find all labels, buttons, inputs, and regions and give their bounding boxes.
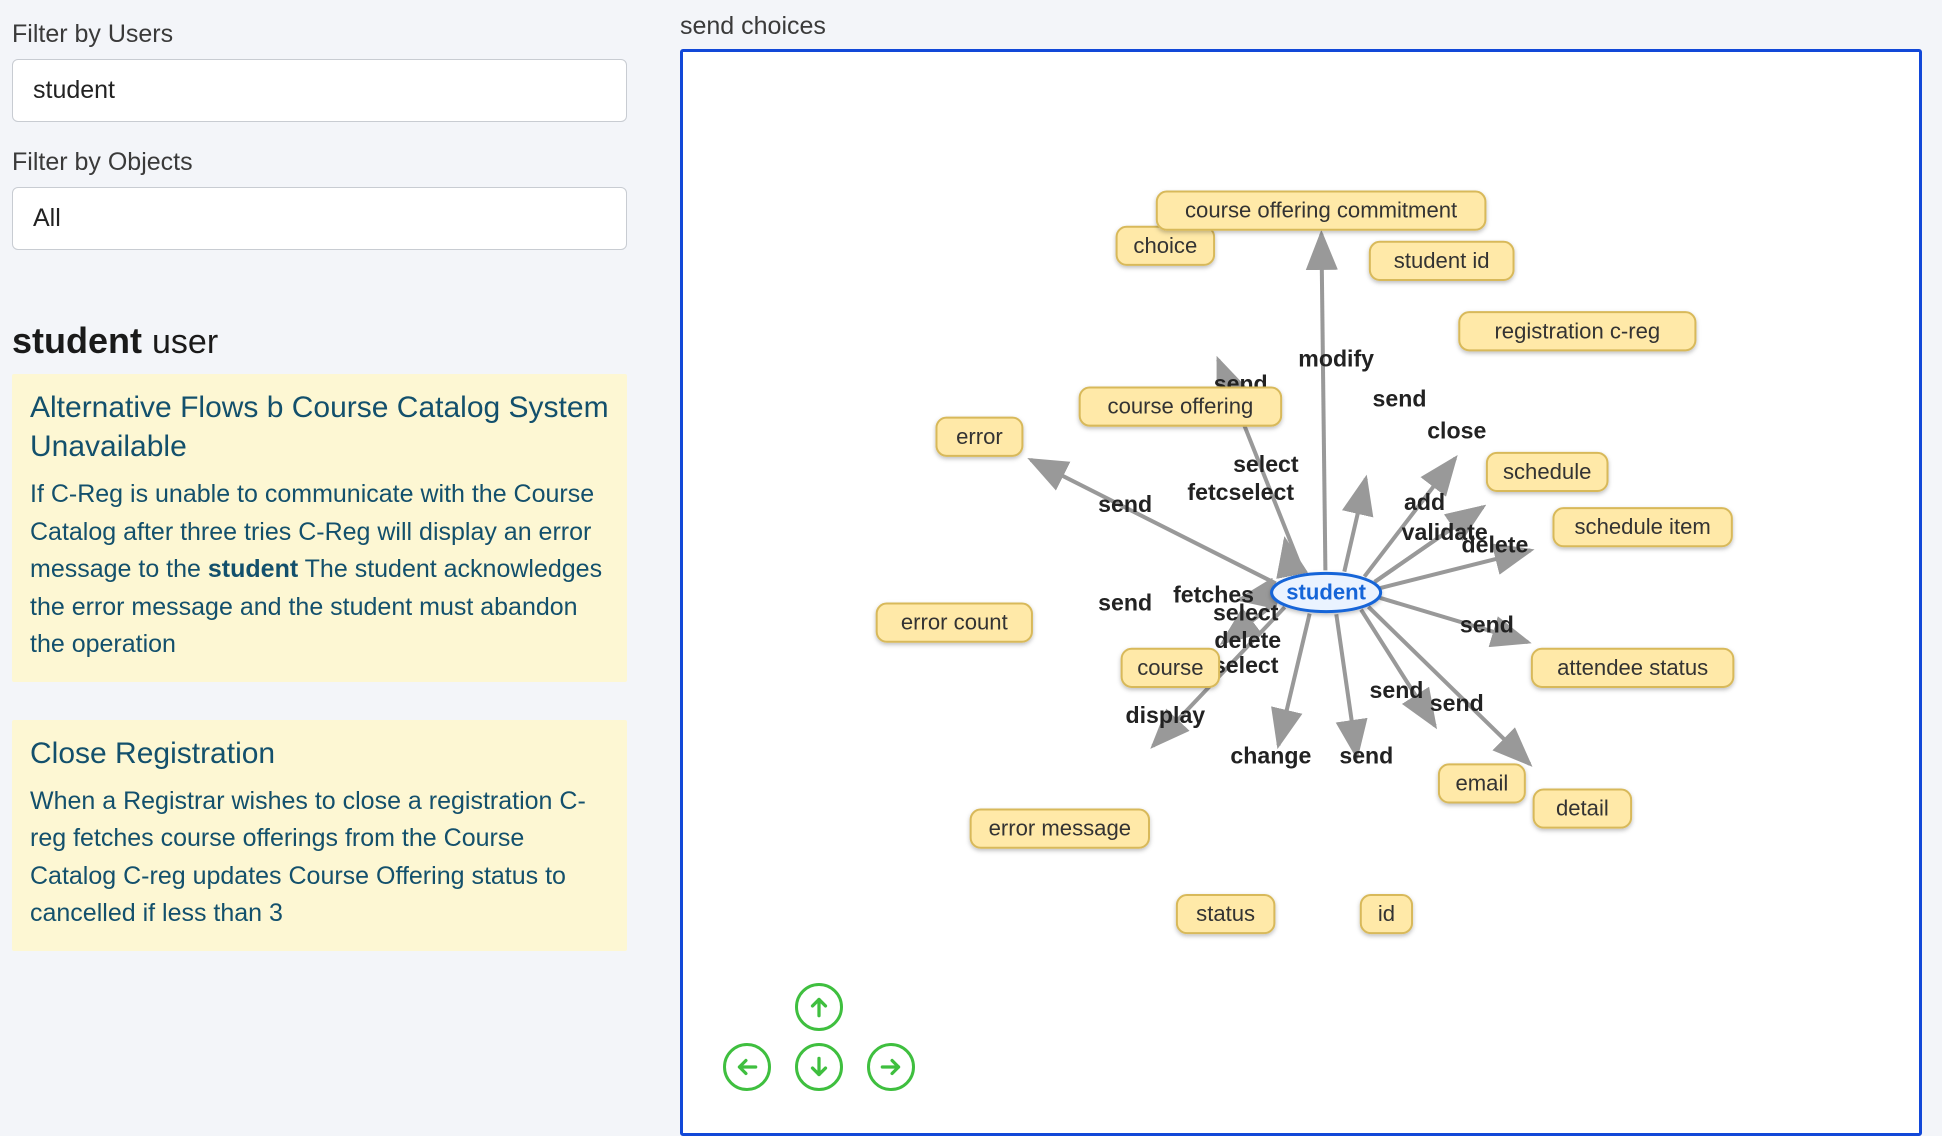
- graph-node[interactable]: attendee status: [1532, 649, 1733, 687]
- usecase-card[interactable]: Alternative Flows b Course Catalog Syste…: [12, 374, 627, 682]
- graph-node[interactable]: status: [1177, 895, 1274, 933]
- graph-edge-label: send: [1373, 386, 1427, 412]
- graph-frame[interactable]: sendmodifysendcloseselectfetcselectsenda…: [680, 49, 1922, 1136]
- graph-edge: [1361, 610, 1435, 726]
- graph-node-label: error count: [901, 610, 1008, 635]
- arrow-right-icon: [878, 1054, 904, 1080]
- graph-node[interactable]: schedule: [1487, 453, 1608, 491]
- usecase-card-body: If C-Reg is unable to communicate with t…: [30, 476, 609, 664]
- graph-edge-label: fetcselect: [1187, 479, 1294, 505]
- graph-node[interactable]: schedule item: [1553, 508, 1731, 546]
- graph-edge-label: select: [1213, 652, 1279, 678]
- filter-objects-value: All: [33, 204, 61, 232]
- graph-node[interactable]: id: [1361, 895, 1412, 933]
- graph-node[interactable]: student id: [1370, 242, 1514, 280]
- graph-edge-label: send: [1098, 491, 1152, 517]
- usecase-card-title: Alternative Flows b Course Catalog Syste…: [30, 388, 609, 466]
- graph-edge-label: modify: [1298, 345, 1374, 371]
- graph-edge-label: display: [1126, 702, 1206, 728]
- graph-edge-label: send: [1369, 677, 1423, 703]
- graph-edge: [1321, 234, 1325, 571]
- graph-node[interactable]: error message: [971, 810, 1149, 848]
- graph-node-label: student: [1286, 580, 1366, 605]
- graph-edge: [1344, 479, 1366, 572]
- nav-arrows: [723, 983, 923, 1103]
- graph-node-label: attendee status: [1557, 655, 1708, 680]
- graph-node-label: id: [1378, 901, 1395, 926]
- graph-edge-label: send: [1430, 690, 1484, 716]
- graph-node-label: registration c-reg: [1494, 318, 1660, 343]
- arrow-left-icon: [734, 1054, 760, 1080]
- graph-edge-label: delete: [1462, 531, 1529, 557]
- usecase-card[interactable]: Close Registration When a Registrar wish…: [12, 720, 627, 951]
- graph-edge-label: close: [1427, 418, 1486, 444]
- graph-node[interactable]: choice: [1117, 227, 1214, 265]
- graph-node-label: course offering: [1108, 394, 1254, 419]
- nav-right-button[interactable]: [867, 1043, 915, 1091]
- main: send choices sendmodifysendcloseselectfe…: [640, 0, 1942, 1136]
- filter-objects-label: Filter by Objects: [12, 148, 628, 177]
- graph-node-label: course: [1137, 655, 1203, 680]
- graph-node[interactable]: error count: [877, 604, 1032, 642]
- usecase-card-title: Close Registration: [30, 734, 609, 773]
- entity-name: student: [12, 320, 142, 361]
- graph-node[interactable]: course offering: [1080, 388, 1281, 426]
- graph-node[interactable]: course: [1122, 649, 1219, 687]
- graph-node[interactable]: error: [936, 418, 1022, 456]
- filter-objects-select[interactable]: All: [12, 187, 627, 250]
- sidebar: Filter by Users student Filter by Object…: [0, 0, 640, 1136]
- graph-edge-label: delete: [1214, 627, 1281, 653]
- graph-edge: [1278, 614, 1309, 746]
- graph-node-label: student id: [1394, 248, 1490, 273]
- graph-node-label: course offering commitment: [1185, 198, 1457, 223]
- graph-edge-label: select: [1213, 600, 1279, 626]
- entity-heading: student user: [12, 320, 628, 362]
- graph-edge-label: send: [1460, 612, 1514, 638]
- graph-node-label: error: [956, 424, 1003, 449]
- arrow-up-icon: [806, 994, 832, 1020]
- graph-node-label: status: [1196, 901, 1255, 926]
- graph-edge-label: add: [1404, 489, 1445, 515]
- graph-node-label: schedule: [1503, 459, 1591, 484]
- arrow-down-icon: [806, 1054, 832, 1080]
- graph-node[interactable]: course offering commitment: [1157, 192, 1486, 230]
- graph-node-label: error message: [989, 816, 1131, 841]
- graph-edge-label: change: [1230, 742, 1311, 768]
- nav-down-button[interactable]: [795, 1043, 843, 1091]
- graph-node[interactable]: registration c-reg: [1459, 312, 1695, 350]
- graph-title: send choices: [680, 12, 1922, 41]
- filter-users-value: student: [33, 76, 115, 104]
- filter-users-select[interactable]: student: [12, 59, 627, 122]
- graph-node-label: choice: [1133, 233, 1197, 258]
- graph-edge-label: select: [1233, 451, 1299, 477]
- graph-edge-label: send: [1098, 590, 1152, 616]
- usecase-card-body: When a Registrar wishes to close a regis…: [30, 783, 609, 933]
- graph-canvas[interactable]: sendmodifysendcloseselectfetcselectsenda…: [683, 52, 1919, 1133]
- graph-edge-label: send: [1339, 742, 1393, 768]
- nav-up-button[interactable]: [795, 983, 843, 1031]
- entity-type: user: [152, 323, 218, 361]
- graph-edge: [1336, 614, 1356, 756]
- nav-left-button[interactable]: [723, 1043, 771, 1091]
- graph-node-label: detail: [1556, 796, 1609, 821]
- graph-node-label: email: [1455, 770, 1508, 795]
- graph-node[interactable]: email: [1439, 764, 1525, 802]
- graph-node-label: schedule item: [1574, 514, 1710, 539]
- graph-node[interactable]: detail: [1534, 789, 1631, 827]
- graph-center-node[interactable]: student: [1272, 573, 1381, 611]
- filter-users-label: Filter by Users: [12, 20, 628, 49]
